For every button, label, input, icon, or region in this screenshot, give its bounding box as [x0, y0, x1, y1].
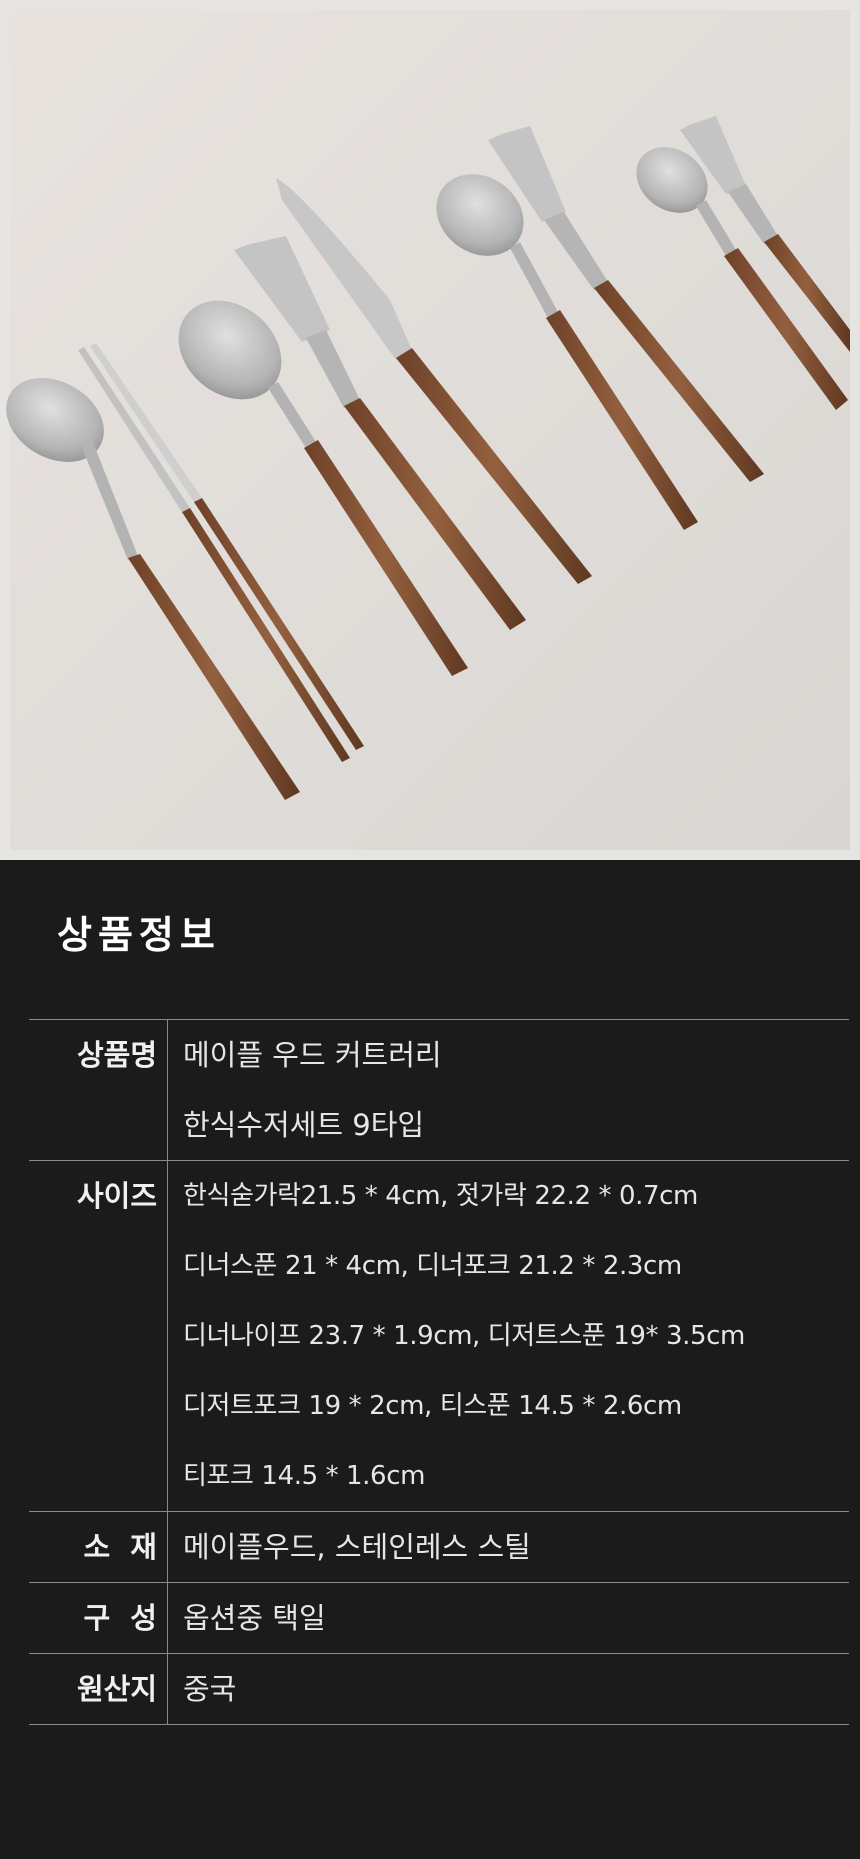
spec-table: 상품명 메이플 우드 커트러리 한식수저세트 9타입 사이즈 한식숟가락21.5… — [29, 1019, 849, 1725]
spec-value: 중국 — [183, 1672, 237, 1706]
spec-label: 상품명 — [29, 1020, 168, 1160]
spec-value: 옵션중 택일 — [183, 1601, 326, 1635]
spec-row-product-name: 상품명 메이플 우드 커트러리 한식수저세트 9타입 — [29, 1020, 849, 1161]
section-title: 상품정보 — [57, 913, 221, 957]
spec-label: 소 재 — [29, 1512, 168, 1582]
spec-value: 한식수저세트 9타입 — [183, 1108, 425, 1142]
spec-row-material: 소 재 메이플우드, 스테인레스 스틸 — [29, 1512, 849, 1583]
spec-value: 한식숟가락21.5 * 4cm, 젓가락 22.2 * 0.7cm — [183, 1181, 698, 1211]
cutlery-illustration — [6, 10, 850, 850]
spec-label: 원산지 — [29, 1654, 168, 1724]
spec-values: 옵션중 택일 — [168, 1583, 849, 1653]
spec-value: 티포크 14.5 * 1.6cm — [183, 1461, 426, 1491]
product-info-section: 상품정보 상품명 메이플 우드 커트러리 한식수저세트 9타입 사이즈 한식숟가… — [0, 860, 860, 1859]
spec-row-composition: 구 성 옵션중 택일 — [29, 1583, 849, 1654]
spec-label: 구 성 — [29, 1583, 168, 1653]
spec-value: 디너나이프 23.7 * 1.9cm, 디저트스푼 19* 3.5cm — [183, 1321, 745, 1351]
spec-row-size: 사이즈 한식숟가락21.5 * 4cm, 젓가락 22.2 * 0.7cm 디너… — [29, 1161, 849, 1512]
spec-row-origin: 원산지 중국 — [29, 1654, 849, 1725]
spec-label: 사이즈 — [29, 1161, 168, 1511]
spec-value: 디저트포크 19 * 2cm, 티스푼 14.5 * 2.6cm — [183, 1391, 682, 1421]
spec-value: 디너스푼 21 * 4cm, 디너포크 21.2 * 2.3cm — [183, 1251, 682, 1281]
spec-value: 메이플 우드 커트러리 — [183, 1038, 442, 1072]
spec-values: 중국 — [168, 1654, 849, 1724]
spec-value: 메이플우드, 스테인레스 스틸 — [183, 1530, 531, 1564]
spec-values: 메이플 우드 커트러리 한식수저세트 9타입 — [168, 1020, 849, 1160]
spec-values: 메이플우드, 스테인레스 스틸 — [168, 1512, 849, 1582]
product-photo — [0, 0, 860, 860]
spec-values: 한식숟가락21.5 * 4cm, 젓가락 22.2 * 0.7cm 디너스푼 2… — [168, 1161, 849, 1511]
